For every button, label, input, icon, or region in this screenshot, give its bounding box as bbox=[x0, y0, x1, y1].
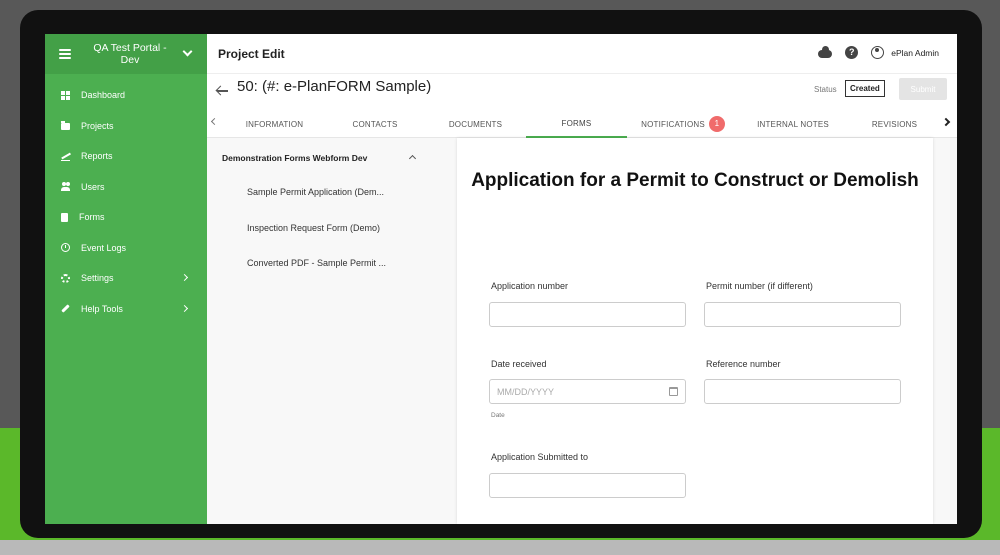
sidebar-item-help-tools[interactable]: Help Tools bbox=[45, 294, 207, 325]
tab-label: FORMS bbox=[561, 118, 592, 128]
submit-button[interactable]: Submit bbox=[899, 78, 947, 100]
tab-label: CONTACTS bbox=[352, 119, 398, 129]
status-badge: Created bbox=[845, 80, 885, 97]
chevron-right-icon[interactable] bbox=[941, 117, 951, 127]
tab-forms[interactable]: FORMS bbox=[526, 110, 627, 138]
tab-label: INFORMATION bbox=[245, 119, 304, 129]
tab-label: DOCUMENTS bbox=[448, 119, 503, 129]
field-label: Application Submitted to bbox=[491, 452, 589, 462]
tab-notifications[interactable]: NOTIFICATIONS 1 bbox=[627, 110, 739, 138]
sidebar-nav: Dashboard Projects Reports Users Forms E… bbox=[45, 80, 207, 324]
notification-count-badge: 1 bbox=[708, 116, 725, 132]
help-icon[interactable]: ? bbox=[845, 46, 859, 59]
sidebar-item-label: Reports bbox=[81, 151, 113, 162]
form-list-item[interactable]: Converted PDF - Sample Permit ... bbox=[247, 258, 386, 268]
form-heading: Application for a Permit to Construct or… bbox=[471, 170, 919, 191]
chevron-up-icon[interactable] bbox=[408, 154, 417, 163]
hamburger-menu-icon[interactable] bbox=[59, 49, 71, 59]
tab-contacts[interactable]: CONTACTS bbox=[325, 110, 425, 138]
portal-switcher[interactable]: QA Test Portal - Dev bbox=[45, 34, 207, 74]
calendar-icon[interactable] bbox=[669, 387, 678, 396]
dashboard-icon bbox=[61, 90, 70, 100]
field-help-text: Date bbox=[491, 412, 505, 419]
application-number-input[interactable] bbox=[489, 302, 686, 327]
form-list-item[interactable]: Inspection Request Form (Demo) bbox=[247, 223, 380, 233]
forms-list-panel: Demonstration Forms Webform Dev Sample P… bbox=[207, 138, 457, 524]
sidebar: QA Test Portal - Dev Dashboard Projects … bbox=[45, 34, 207, 524]
chevron-left-icon[interactable] bbox=[210, 117, 219, 126]
chevron-right-icon bbox=[180, 304, 189, 312]
chevron-down-icon[interactable] bbox=[182, 46, 193, 57]
portal-title: QA Test Portal - Dev bbox=[93, 42, 167, 66]
tab-bar: INFORMATION CONTACTS DOCUMENTS FORMS NOT… bbox=[207, 110, 957, 138]
field-label: Permit number (if different) bbox=[706, 281, 813, 291]
sidebar-item-label: Dashboard bbox=[81, 90, 126, 101]
document-icon bbox=[61, 212, 68, 222]
form-group-title[interactable]: Demonstration Forms Webform Dev bbox=[222, 153, 367, 163]
gear-icon bbox=[61, 273, 70, 283]
sidebar-item-reports[interactable]: Reports bbox=[45, 141, 207, 172]
cloud-icon[interactable] bbox=[818, 45, 833, 58]
sidebar-item-label: Users bbox=[81, 181, 105, 192]
chart-icon bbox=[61, 152, 70, 161]
project-header: 50: (#: e-PlanFORM Sample) Status Create… bbox=[207, 74, 957, 110]
sidebar-item-label: Event Logs bbox=[81, 242, 127, 253]
sidebar-item-label: Forms bbox=[79, 212, 105, 223]
sidebar-item-dashboard[interactable]: Dashboard bbox=[45, 80, 207, 111]
form-card: Application for a Permit to Construct or… bbox=[457, 138, 933, 524]
tab-label: REVISIONS bbox=[871, 119, 918, 129]
folder-icon bbox=[61, 121, 70, 131]
top-bar-actions: ? ePlan Admin bbox=[818, 45, 939, 59]
status-label: Status bbox=[814, 85, 837, 94]
user-account-icon[interactable] bbox=[871, 46, 885, 59]
chevron-right-icon bbox=[180, 273, 189, 282]
project-title: 50: (#: e-PlanFORM Sample) bbox=[237, 78, 432, 95]
tab-label: INTERNAL NOTES bbox=[757, 119, 829, 129]
sidebar-item-label: Help Tools bbox=[81, 303, 123, 314]
tab-label: NOTIFICATIONS bbox=[641, 119, 705, 129]
date-received-input[interactable] bbox=[489, 379, 686, 404]
sidebar-item-label: Settings bbox=[81, 273, 114, 284]
sidebar-item-projects[interactable]: Projects bbox=[45, 111, 207, 142]
sidebar-item-users[interactable]: Users bbox=[45, 172, 207, 203]
clock-icon bbox=[61, 243, 70, 253]
tab-internal-notes[interactable]: INTERNAL NOTES bbox=[739, 110, 847, 138]
sidebar-item-forms[interactable]: Forms bbox=[45, 202, 207, 233]
tab-documents[interactable]: DOCUMENTS bbox=[425, 110, 526, 138]
users-icon bbox=[61, 182, 70, 192]
sidebar-item-label: Projects bbox=[81, 120, 114, 131]
sidebar-item-settings[interactable]: Settings bbox=[45, 263, 207, 294]
submitted-to-input[interactable] bbox=[489, 473, 686, 498]
field-label: Application number bbox=[491, 281, 569, 291]
app-screen: QA Test Portal - Dev Dashboard Projects … bbox=[45, 34, 957, 524]
form-list-item[interactable]: Sample Permit Application (Dem... bbox=[247, 187, 384, 197]
wrench-icon bbox=[61, 304, 70, 313]
tab-revisions[interactable]: REVISIONS bbox=[847, 110, 942, 138]
reference-number-input[interactable] bbox=[704, 379, 901, 404]
back-arrow-icon[interactable] bbox=[217, 90, 228, 92]
field-label: Reference number bbox=[706, 359, 781, 369]
user-name[interactable]: ePlan Admin bbox=[891, 48, 939, 58]
page-title: Project Edit bbox=[218, 46, 285, 61]
sidebar-item-event-logs[interactable]: Event Logs bbox=[45, 233, 207, 264]
top-bar: Project Edit ? ePlan Admin bbox=[207, 34, 957, 74]
tab-information[interactable]: INFORMATION bbox=[224, 110, 325, 138]
field-label: Date received bbox=[491, 359, 547, 369]
laptop-base bbox=[0, 540, 1000, 555]
permit-number-input[interactable] bbox=[704, 302, 901, 327]
